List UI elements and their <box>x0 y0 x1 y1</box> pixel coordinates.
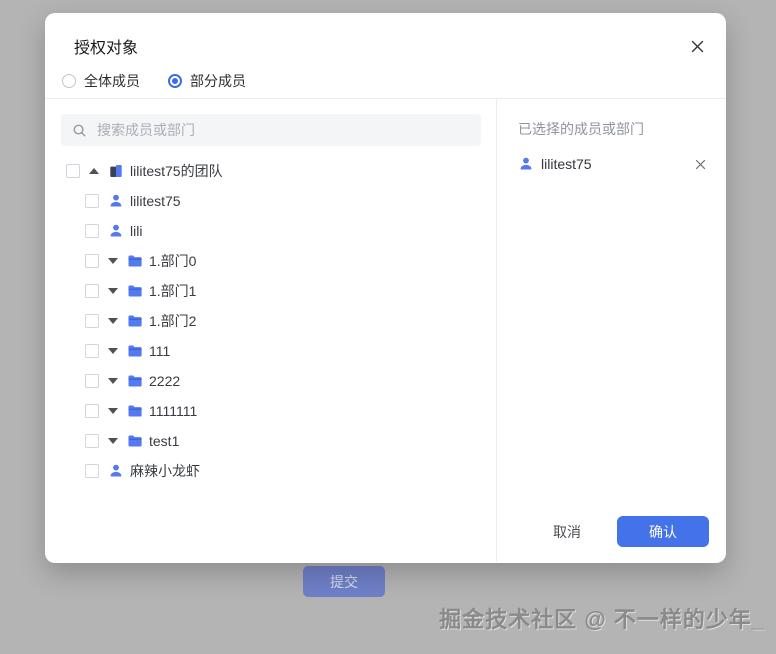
tree-row[interactable]: lili <box>61 216 481 246</box>
dialog-header: 授权对象 全体成员 部分成员 <box>45 13 726 99</box>
tree-node-label: 麻辣小龙虾 <box>130 463 200 479</box>
selected-panel: 已选择的成员或部门 lilitest75 取消 确认 <box>497 99 726 562</box>
expand-arrow-icon[interactable] <box>108 258 118 264</box>
radio-checked-icon[interactable] <box>168 74 182 88</box>
tree-node-label: 1.部门0 <box>149 253 197 269</box>
tree-checkbox[interactable] <box>85 194 99 208</box>
member-scope-radio-row: 全体成员 部分成员 <box>62 71 246 91</box>
watermark-text: 掘金技术社区 @ 不一样的少年_ <box>439 607 765 632</box>
folder-icon <box>127 343 143 359</box>
tree-node-label: 1.部门2 <box>149 313 197 329</box>
authorization-dialog: 授权对象 全体成员 部分成员 搜索成员或部门 lilitest75的团队 lil… <box>45 13 726 563</box>
tree-node-label: 111 <box>149 343 171 359</box>
submit-button[interactable]: 提交 <box>303 566 385 597</box>
tree-row[interactable]: 1.部门2 <box>61 306 481 336</box>
expand-arrow-icon[interactable] <box>108 288 118 294</box>
selected-item-label: lilitest75 <box>541 156 592 172</box>
cancel-button[interactable]: 取消 <box>553 522 581 542</box>
tree-node-label: 2222 <box>149 373 181 389</box>
tree-checkbox[interactable] <box>85 224 99 238</box>
dialog-title: 授权对象 <box>74 40 139 57</box>
radio-all-members[interactable]: 全体成员 <box>62 71 140 91</box>
selected-panel-header: 已选择的成员或部门 <box>518 121 644 137</box>
remove-selected-icon[interactable] <box>695 159 706 170</box>
radio-unchecked-icon[interactable] <box>62 74 76 88</box>
folder-icon <box>127 433 143 449</box>
tree-checkbox[interactable] <box>85 344 99 358</box>
collapse-arrow-icon[interactable] <box>89 168 99 174</box>
radio-all-members-label: 全体成员 <box>84 73 140 89</box>
close-icon[interactable] <box>688 37 706 55</box>
user-icon <box>108 193 124 209</box>
dialog-body: lilitest75的团队 lilitest75 lili 1.部门0 <box>45 99 726 562</box>
folder-icon <box>127 403 143 419</box>
tree-node-label: 1.部门1 <box>149 283 197 299</box>
radio-partial-members-label: 部分成员 <box>190 73 246 89</box>
radio-partial-members[interactable]: 部分成员 <box>168 71 246 91</box>
user-icon <box>108 223 124 239</box>
tree-checkbox[interactable] <box>85 434 99 448</box>
user-icon <box>518 156 534 172</box>
folder-icon <box>127 283 143 299</box>
selected-item: lilitest75 <box>518 156 706 172</box>
search-box[interactable] <box>61 114 481 146</box>
tree-checkbox[interactable] <box>85 314 99 328</box>
tree-checkbox[interactable] <box>85 374 99 388</box>
tree-row[interactable]: 2222 <box>61 366 481 396</box>
tree-node-label: lilitest75的团队 <box>130 163 223 179</box>
expand-arrow-icon[interactable] <box>108 408 118 414</box>
folder-icon <box>127 313 143 329</box>
folder-icon <box>127 373 143 389</box>
tree-checkbox[interactable] <box>85 254 99 268</box>
tree-row[interactable]: 1.部门1 <box>61 276 481 306</box>
expand-arrow-icon[interactable] <box>108 438 118 444</box>
member-tree: lilitest75的团队 lilitest75 lili 1.部门0 1.部门… <box>61 156 481 486</box>
tree-row[interactable]: 1.部门0 <box>61 246 481 276</box>
tree-checkbox[interactable] <box>85 284 99 298</box>
team-icon <box>108 163 124 179</box>
tree-node-label: lilitest75 <box>130 193 181 209</box>
search-input[interactable] <box>95 121 470 139</box>
dialog-footer: 取消 确认 <box>553 516 709 547</box>
tree-checkbox[interactable] <box>85 404 99 418</box>
expand-arrow-icon[interactable] <box>108 348 118 354</box>
expand-arrow-icon[interactable] <box>108 318 118 324</box>
tree-node-label: lili <box>130 223 143 239</box>
tree-row[interactable]: test1 <box>61 426 481 456</box>
tree-row[interactable]: lilitest75的团队 <box>61 156 481 186</box>
tree-row[interactable]: lilitest75 <box>61 186 481 216</box>
tree-row[interactable]: 1111111 <box>61 396 481 426</box>
confirm-button[interactable]: 确认 <box>617 516 709 547</box>
user-icon <box>108 463 124 479</box>
folder-icon <box>127 253 143 269</box>
tree-row[interactable]: 111 <box>61 336 481 366</box>
member-tree-panel: lilitest75的团队 lilitest75 lili 1.部门0 <box>45 99 497 562</box>
search-icon <box>73 124 86 136</box>
tree-node-label: test1 <box>149 433 180 449</box>
tree-row[interactable]: 麻辣小龙虾 <box>61 456 481 486</box>
tree-node-label: 1111111 <box>149 403 198 419</box>
tree-checkbox[interactable] <box>85 464 99 478</box>
tree-checkbox[interactable] <box>66 164 80 178</box>
expand-arrow-icon[interactable] <box>108 378 118 384</box>
